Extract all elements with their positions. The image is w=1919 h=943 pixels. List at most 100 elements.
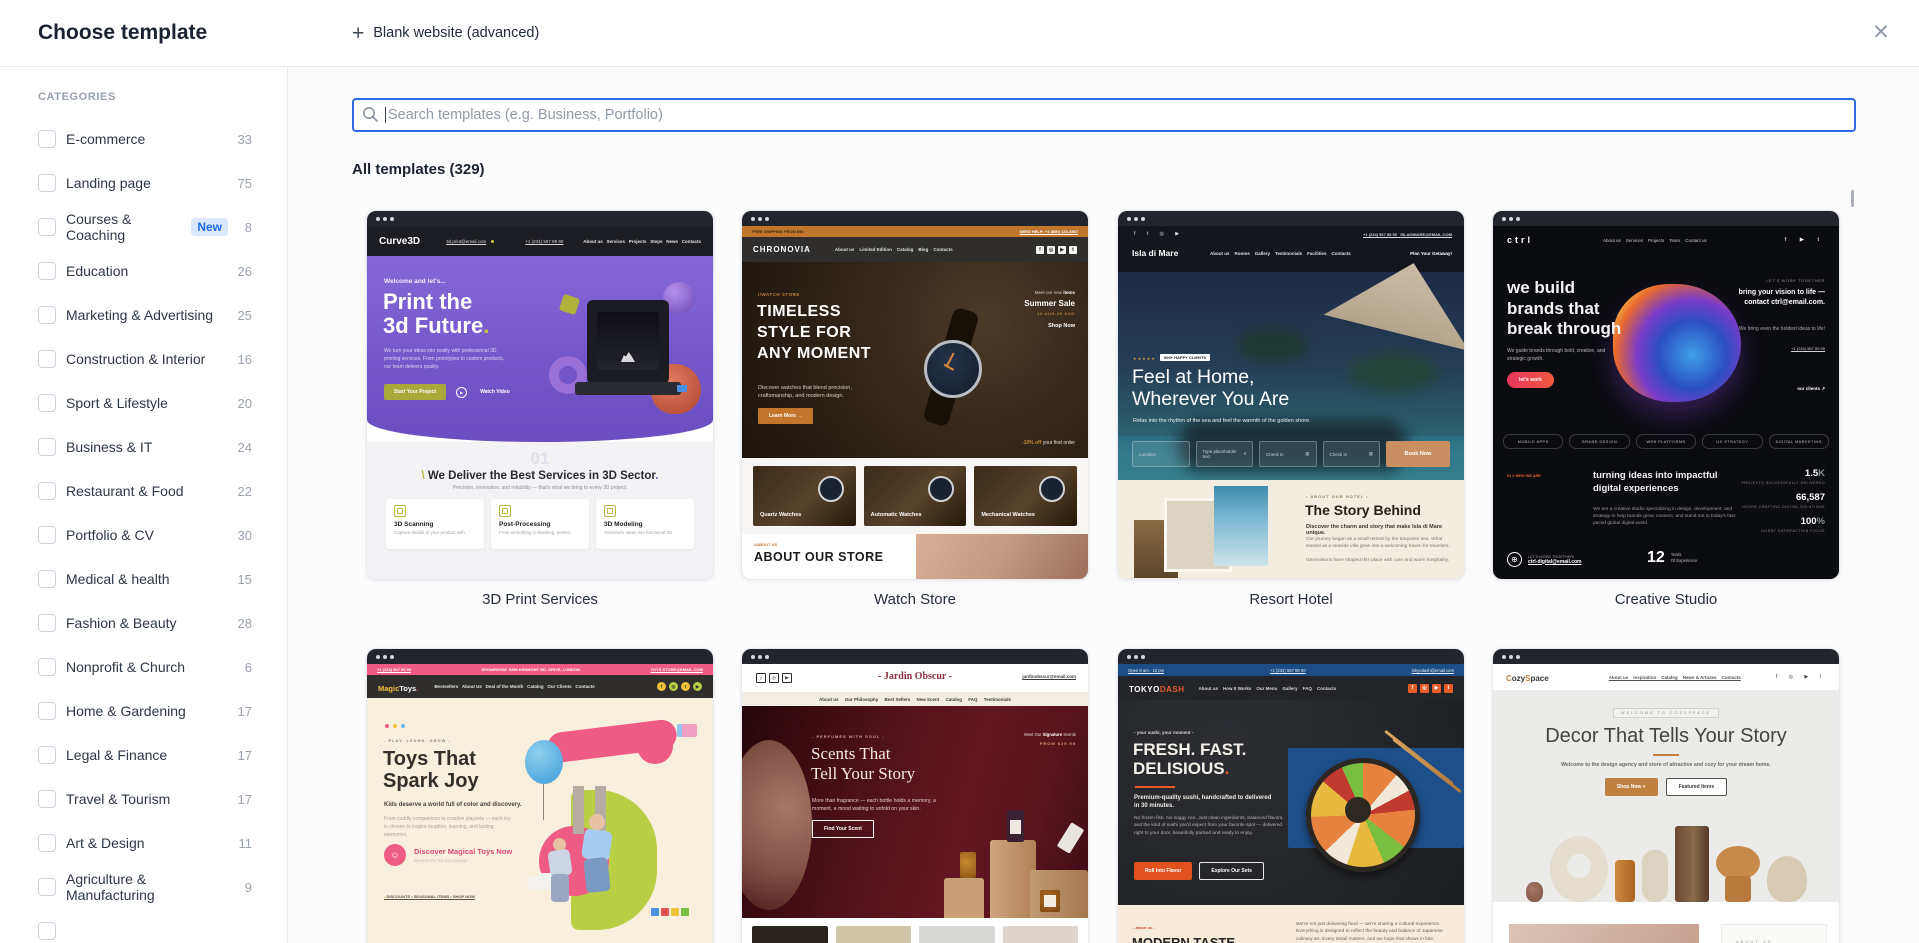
category-checkbox[interactable] [38,834,56,852]
browser-chrome [1118,649,1464,664]
scrollbar-thumb[interactable] [1851,190,1854,207]
balloon-graphic [525,740,563,784]
site-preview: ctrl About us Services Projects Team Con… [1493,226,1839,579]
category-checkbox[interactable] [38,658,56,676]
site-preview: f ◎ ▶ - Jardin Obscur - jardinobscur@email… [742,664,1088,943]
template-thumbnail-resort-hotel[interactable]: f t ◎ ▶ +1 (234) 567 89 90 ISLADIMARE@EM… [1117,210,1465,580]
sidebar-item-business-it[interactable]: Business & IT 24 [0,425,287,469]
category-count: 22 [237,483,252,499]
template-thumbnail-cozyspace[interactable]: CozySpace About us Inspiration Catalog N… [1492,648,1840,943]
model-icon [604,505,616,517]
template-name[interactable]: Resort Hotel [1117,591,1465,608]
sidebar-item-marketing-advertising[interactable]: Marketing & Advertising 25 [0,293,287,337]
browser-chrome [1493,649,1839,664]
blank-website-label: Blank website (advanced) [373,25,540,41]
sidebar-item-agriculture-manufacturing[interactable]: Agriculture & Manufacturing 9 [0,865,287,909]
category-checkbox[interactable] [38,746,56,764]
sidebar-item-construction-interior[interactable]: Construction & Interior 16 [0,337,287,381]
category-checkbox[interactable] [38,526,56,544]
template-name[interactable]: Creative Studio [1492,591,1840,608]
preview-navbar: ctrl About us Services Projects Team Con… [1507,235,1825,245]
text-caret [385,107,386,123]
sidebar-item-home-gardening[interactable]: Home & Gardening 17 [0,689,287,733]
category-checkbox[interactable] [38,438,56,456]
browser-chrome [742,649,1088,664]
category-checkbox[interactable] [38,702,56,720]
category-checkbox[interactable] [38,350,56,368]
category-count: 17 [237,747,252,763]
blank-website-button[interactable]: + Blank website (advanced) [352,0,539,66]
preview-cta: Roll Into Flavor [1134,862,1193,880]
category-checkbox[interactable] [38,570,56,588]
category-count: 33 [237,131,252,147]
preview-topbar: Open 8 am - 10 pm +1 (234) 567 89 00 tok… [1118,664,1464,676]
sale-promo: Meet our new items Summer Sale 10 AUG-20… [1024,290,1075,329]
perfume-bottle [1040,890,1060,912]
sidebar-item-nonprofit-church[interactable]: Nonprofit & Church 6 [0,645,287,689]
site-preview: FREE SHIPPING FROM $50 NEED HELP: +1 (800… [742,226,1088,579]
choose-template-dialog: Choose template + Blank website (advance… [0,0,1919,943]
category-checkbox[interactable] [38,482,56,500]
category-checkbox[interactable] [38,790,56,808]
category-count: 26 [237,263,252,279]
template-thumbnail-creative-studio[interactable]: ctrl About us Services Projects Team Con… [1492,210,1840,580]
category-checkbox[interactable] [38,262,56,280]
sidebar-item-education[interactable]: Education 26 [0,249,287,293]
template-name[interactable]: Watch Store [741,591,1089,608]
category-checkbox[interactable] [38,130,56,148]
sidebar-item-ecommerce[interactable]: E-commerce 33 [0,117,287,161]
sidebar-item-sport-lifestyle[interactable]: Sport & Lifestyle 20 [0,381,287,425]
category-checkbox[interactable] [38,174,56,192]
categories-heading: CATEGORIES [38,91,116,103]
preview-cta: Shop Now + [1604,778,1658,796]
template-card-magictoys: +1 (234) 567 89 90 SHOWROOM: 5256 KENMON… [366,648,714,943]
template-thumbnail-3d-print-services[interactable]: Curve3D 3d.print@email.com +1 (234) 567 … [366,210,714,580]
template-thumbnail-jardin-obscur[interactable]: f ◎ ▶ - Jardin Obscur - jardinobscur@email… [741,648,1089,943]
preview-topbar: FREE SHIPPING FROM $50 NEED HELP: +1 (800… [742,226,1088,237]
template-thumbnail-magictoys[interactable]: +1 (234) 567 89 90 SHOWROOM: 5256 KENMON… [366,648,714,943]
preview-cta: Find Your Scent [812,820,874,838]
search-icon [363,107,379,123]
sidebar-item-restaurant-food[interactable]: Restaurant & Food 22 [0,469,287,513]
category-checkbox[interactable] [38,394,56,412]
sidebar-item-courses-coaching[interactable]: Courses & Coaching New 8 [0,205,287,249]
category-count: 20 [237,395,252,411]
browser-chrome [367,211,713,226]
preview-secondary-cta: Explore Our Sets [1199,862,1264,880]
search-input[interactable] [352,98,1856,132]
preview-navbar: f ◎ ▶ - Jardin Obscur - jardinobscur@email… [742,664,1088,692]
social-icons: f ◎ t ▶ [657,682,702,691]
sidebar-item-landing-page[interactable]: Landing page 75 [0,161,287,205]
category-tiles: Quartz Watches Automatic Watches Mechani… [742,458,1088,534]
template-thumbnail-watch-store[interactable]: FREE SHIPPING FROM $50 NEED HELP: +1 (800… [741,210,1089,580]
toy-icon: ☺ [384,844,406,866]
category-checkbox[interactable] [38,878,56,896]
sidebar-item-art-design[interactable]: Art & Design 11 [0,821,287,865]
play-icon: ▶ [456,386,468,398]
close-icon[interactable]: ✕ [1863,14,1899,50]
sidebar-item-medical-health[interactable]: Medical & health 15 [0,557,287,601]
category-count: 28 [237,615,252,631]
preview-cta: Learn More → [758,408,814,424]
template-thumbnail-tokyodash[interactable]: Open 8 am - 10 pm +1 (234) 567 89 00 tok… [1117,648,1465,943]
sushi-platter-graphic [1306,758,1420,872]
perfume-bottle [1007,810,1024,842]
category-count: 17 [237,791,252,807]
sidebar-item-travel-tourism[interactable]: Travel & Tourism 17 [0,777,287,821]
template-name[interactable]: 3D Print Services [366,591,714,608]
category-checkbox[interactable] [38,218,56,236]
category-checkbox[interactable] [38,306,56,324]
category-count: 8 [244,219,252,235]
portrait-graphic [742,740,812,910]
sidebar-item-portfolio-cv[interactable]: Portfolio & CV 30 [0,513,287,557]
dot-divider [491,239,495,243]
sidebar-item-legal-finance[interactable]: Legal & Finance 17 [0,733,287,777]
category-checkbox[interactable] [38,922,56,940]
scan-icon [394,505,406,517]
sidebar-item-fashion-beauty[interactable]: Fashion & Beauty 28 [0,601,287,645]
category-checkbox[interactable] [38,614,56,632]
category-count: 17 [237,703,252,719]
sidebar-item-partial[interactable] [0,909,287,943]
preview-cta: let's work [1507,372,1554,388]
template-card-watch-store: FREE SHIPPING FROM $50 NEED HELP: +1 (800… [741,210,1089,608]
